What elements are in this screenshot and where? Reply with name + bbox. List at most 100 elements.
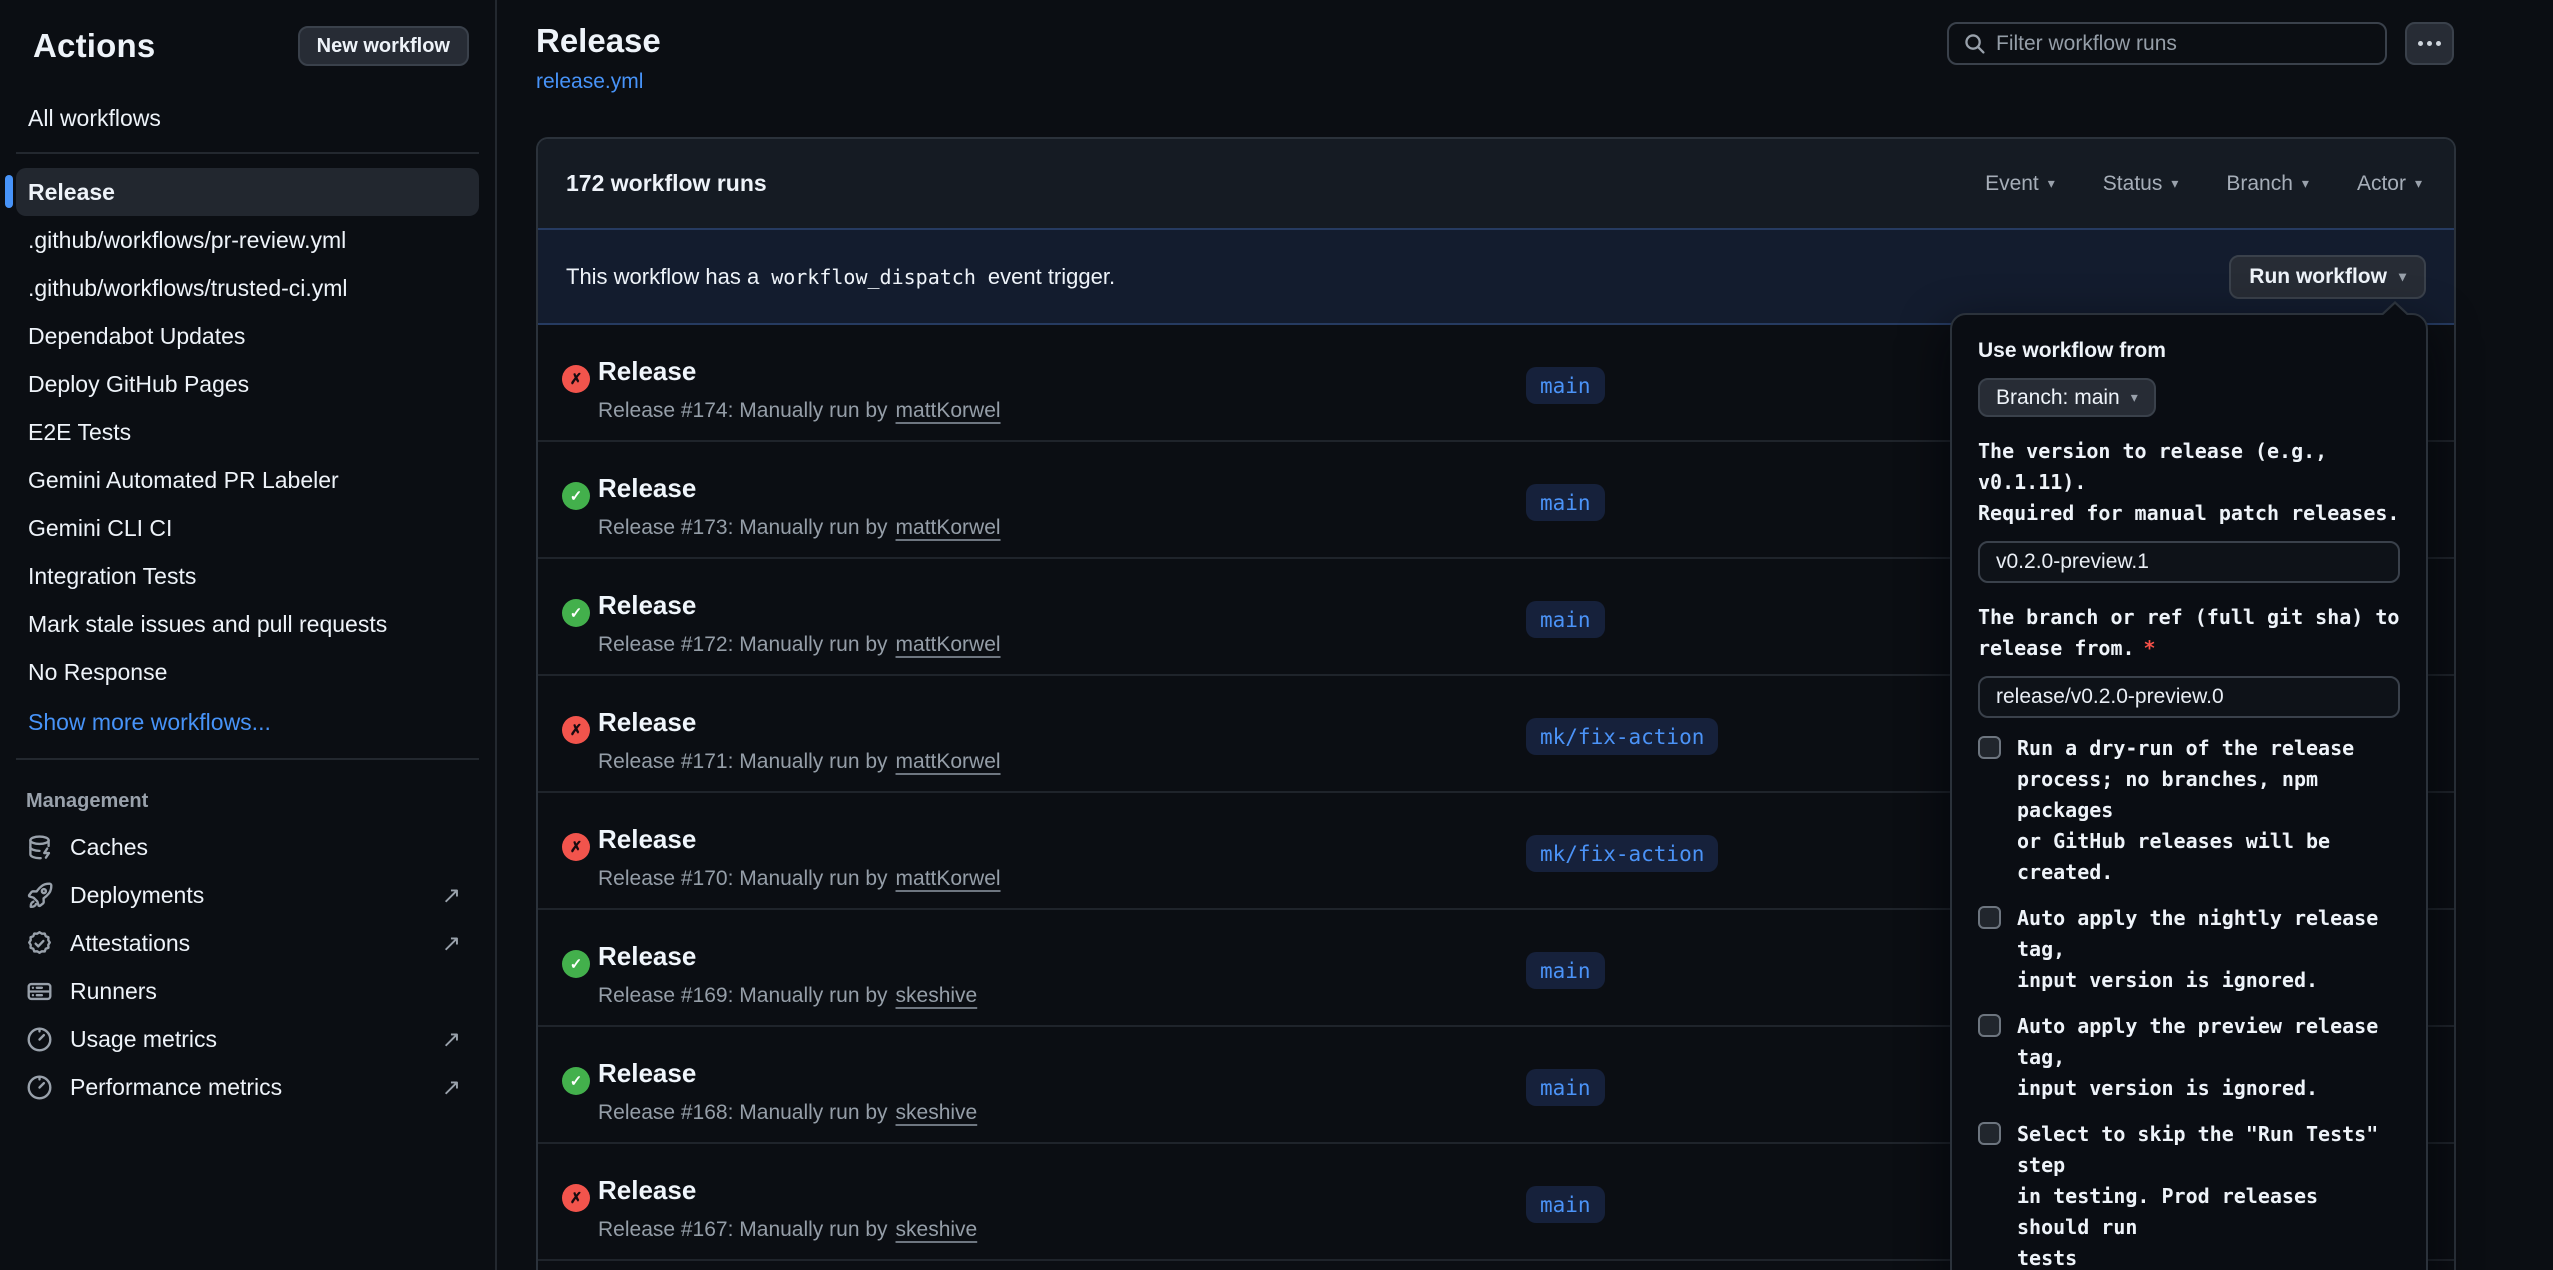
actor-link[interactable]: mattKorwel	[896, 399, 1001, 423]
run-title-link[interactable]: Release	[598, 824, 696, 855]
filter-workflow-runs-input[interactable]	[1996, 32, 2371, 56]
actor-link[interactable]: mattKorwel	[896, 867, 1001, 891]
sidebar-workflow-item[interactable]: Integration Tests	[16, 552, 479, 600]
run-filter-dropdown[interactable]: Status ▾	[2103, 172, 2179, 196]
workflow-input-field[interactable]	[1978, 676, 2400, 718]
branch-badge[interactable]: main	[1526, 367, 1605, 404]
sidebar-management-item[interactable]: Deployments ↗	[16, 871, 479, 919]
actor-link[interactable]: skeshive	[896, 1218, 978, 1242]
banner-text: event trigger.	[988, 264, 1115, 290]
sidebar-workflow-item[interactable]: Gemini Automated PR Labeler	[16, 456, 479, 504]
run-subtitle: Release #171: Manually run by mattKorwel	[598, 750, 1001, 774]
attestation-icon	[26, 930, 53, 957]
workflow-input-field[interactable]	[1978, 541, 2400, 583]
run-title-link[interactable]: Release	[598, 1175, 696, 1206]
branch-badge[interactable]: main	[1526, 1186, 1605, 1223]
branch-badge[interactable]: main	[1526, 952, 1605, 989]
workflow-item-label: Gemini CLI CI	[28, 515, 172, 542]
workflow-list: Release .github/workflows/pr-review.yml …	[0, 166, 495, 696]
run-title-link[interactable]: Release	[598, 707, 696, 738]
sidebar-management-item[interactable]: Runners ↗	[16, 967, 479, 1015]
runs-count: 172 workflow runs	[566, 170, 767, 197]
popup-checkbox-row[interactable]: Auto apply the nightly release tag,input…	[1978, 903, 2400, 996]
rocket-icon	[26, 882, 53, 909]
new-workflow-button[interactable]: New workflow	[298, 26, 469, 66]
sidebar-workflow-item[interactable]: Gemini CLI CI	[16, 504, 479, 552]
popup-checkbox-row[interactable]: Run a dry-run of the releaseprocess; no …	[1978, 733, 2400, 888]
run-subtitle: Release #172: Manually run by mattKorwel	[598, 633, 1001, 657]
checkbox[interactable]	[1978, 1014, 2001, 1037]
divider	[16, 152, 479, 154]
workflow-item-label: No Response	[28, 659, 167, 686]
sidebar-workflow-item[interactable]: .github/workflows/trusted-ci.yml	[16, 264, 479, 312]
run-subtitle: Release #173: Manually run by mattKorwel	[598, 516, 1001, 540]
chevron-down-icon: ▾	[2171, 175, 2178, 192]
management-item-label: Caches	[70, 834, 148, 861]
sidebar-management-item[interactable]: Caches ↗	[16, 823, 479, 871]
checkbox[interactable]	[1978, 906, 2001, 929]
actor-link[interactable]: skeshive	[896, 1101, 978, 1125]
actor-link[interactable]: mattKorwel	[896, 750, 1001, 774]
show-more-workflows-link[interactable]: Show more workflows...	[16, 698, 479, 746]
run-status-icon: ✗	[562, 716, 590, 744]
branch-selector[interactable]: Branch: main ▾	[1978, 378, 2156, 417]
run-title-link[interactable]: Release	[598, 473, 696, 504]
run-subtitle: Release #170: Manually run by mattKorwel	[598, 867, 1001, 891]
server-icon	[26, 978, 53, 1005]
banner-text: This workflow has a	[566, 264, 759, 290]
run-filter-dropdown[interactable]: Branch ▾	[2226, 172, 2309, 196]
run-status-icon: ✗	[562, 1184, 590, 1212]
branch-badge[interactable]: mk/fix-action	[1526, 835, 1718, 872]
checkbox-label: Auto apply the preview release tag,input…	[2017, 1011, 2400, 1104]
actor-link[interactable]: skeshive	[896, 984, 978, 1008]
sidebar-workflow-item[interactable]: Dependabot Updates	[16, 312, 479, 360]
run-subtitle: Release #174: Manually run by mattKorwel	[598, 399, 1001, 423]
management-section-label: Management	[0, 772, 495, 823]
branch-badge[interactable]: mk/fix-action	[1526, 718, 1718, 755]
sidebar-management-item[interactable]: Attestations ↗	[16, 919, 479, 967]
divider	[16, 758, 479, 760]
run-filter-dropdown[interactable]: Event ▾	[1985, 172, 2055, 196]
meter-icon	[26, 1074, 53, 1101]
page-title: Actions	[33, 27, 155, 65]
popup-checkbox-row[interactable]: Select to skip the "Run Tests" stepin te…	[1978, 1119, 2400, 1270]
branch-badge[interactable]: main	[1526, 484, 1605, 521]
actor-link[interactable]: mattKorwel	[896, 633, 1001, 657]
branch-badge[interactable]: main	[1526, 1069, 1605, 1106]
external-link-icon: ↗	[442, 882, 469, 909]
workflow-item-label: E2E Tests	[28, 419, 131, 446]
branch-badge[interactable]: main	[1526, 601, 1605, 638]
sidebar-management-item[interactable]: Usage metrics ↗	[16, 1015, 479, 1063]
main-content: Release release.yml 172 workflow runs Ev…	[499, 0, 2553, 1270]
run-title-link[interactable]: Release	[598, 941, 696, 972]
sidebar-management-item[interactable]: Performance metrics ↗	[16, 1063, 479, 1111]
actions-sidebar: Actions New workflow All workflows Relea…	[0, 0, 497, 1270]
sidebar-workflow-item[interactable]: E2E Tests	[16, 408, 479, 456]
workflow-item-label: Release	[28, 179, 115, 206]
sidebar-item-all-workflows[interactable]: All workflows	[16, 96, 479, 140]
run-status-icon: ✓	[562, 950, 590, 978]
sidebar-workflow-item[interactable]: .github/workflows/pr-review.yml	[16, 216, 479, 264]
checkbox[interactable]	[1978, 1122, 2001, 1145]
external-link-icon: ↗	[442, 930, 469, 957]
run-filter-dropdown[interactable]: Actor ▾	[2357, 172, 2422, 196]
workflow-dispatch-code: workflow_dispatch	[771, 265, 976, 289]
popup-field: The version to release (e.g., v0.1.11).R…	[1978, 436, 2400, 583]
popup-checkbox-row[interactable]: Auto apply the preview release tag,input…	[1978, 1011, 2400, 1104]
run-title-link[interactable]: Release	[598, 1058, 696, 1089]
workflow-item-label: Gemini Automated PR Labeler	[28, 467, 339, 494]
sidebar-workflow-item[interactable]: Deploy GitHub Pages	[16, 360, 479, 408]
workflow-file-link[interactable]: release.yml	[536, 70, 643, 94]
field-description: The branch or ref (full git sha) torelea…	[1978, 602, 2400, 664]
actor-link[interactable]: mattKorwel	[896, 516, 1001, 540]
checkbox[interactable]	[1978, 736, 2001, 759]
run-title-link[interactable]: Release	[598, 590, 696, 621]
management-item-label: Performance metrics	[70, 1074, 282, 1101]
sidebar-workflow-item[interactable]: Release	[16, 168, 479, 216]
page-options-button[interactable]	[2405, 22, 2454, 65]
sidebar-workflow-item[interactable]: No Response	[16, 648, 479, 696]
sidebar-workflow-item[interactable]: Mark stale issues and pull requests	[16, 600, 479, 648]
run-status-icon: ✓	[562, 599, 590, 627]
workflow-title: Release	[536, 22, 661, 60]
run-title-link[interactable]: Release	[598, 356, 696, 387]
